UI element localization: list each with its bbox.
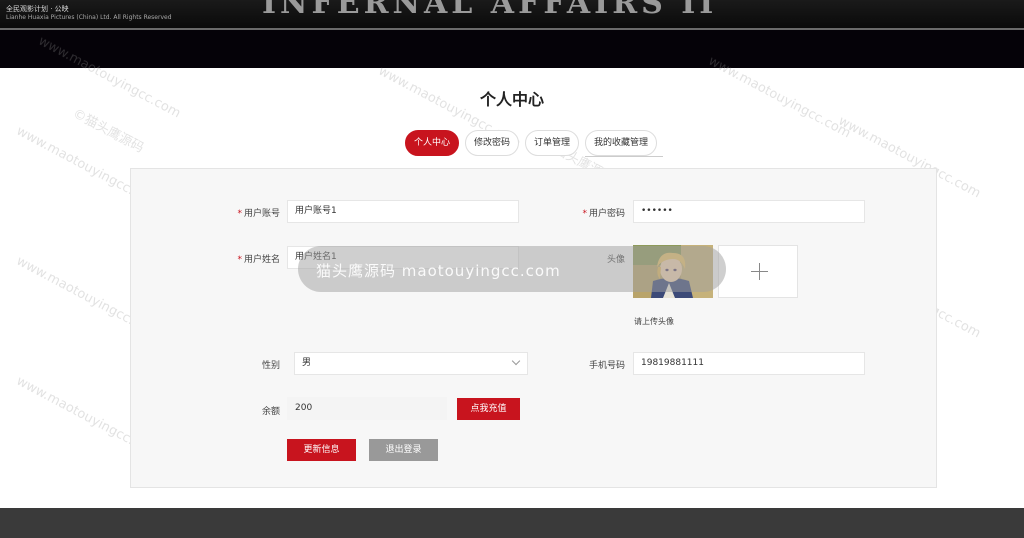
page-title: 个人中心 [479,90,544,109]
password-label: * 用户密码 [565,206,625,219]
balance-value: 200 [287,397,447,420]
account-input[interactable]: 用户账号1 [287,200,519,223]
top-banner: 全民观影计划 · 公映 Lianhe Huaxia Pictures (Chin… [0,0,1024,68]
account-label-text: 用户账号 [243,209,280,219]
phone-input[interactable]: 19819881111 [633,352,865,375]
banner-title: INFERNAL AFFAIRS II [262,0,718,21]
banner-copyright: Lianhe Huaxia Pictures (China) Ltd. All … [6,14,172,21]
tab-underline [585,156,663,157]
tab-orders[interactable]: 订单管理 [525,130,580,156]
watermark-text: ©猫头鹰源码 [70,106,147,157]
required-mark: * [582,209,587,219]
gender-select[interactable]: 男 [294,352,528,375]
banner-divider [0,28,1024,30]
banner-caption: 全民观影计划 · 公映 [6,5,69,13]
plus-icon-vertical [759,263,760,280]
avatar-upload-tip: 请上传头像 [634,317,674,326]
required-mark: * [237,209,242,219]
name-label-text: 用户姓名 [243,255,280,265]
name-label: * 用户姓名 [220,252,280,265]
profile-tabs: 个人中心 修改密码 订单管理 我的收藏管理 [405,130,658,156]
balance-label: 余额 [261,407,280,417]
page-footer [0,508,1024,538]
chevron-down-icon [511,356,521,366]
password-label-text: 用户密码 [588,209,625,219]
account-label: * 用户账号 [220,206,280,219]
phone-label: 手机号码 [588,361,625,371]
tab-favorites[interactable]: 我的收藏管理 [585,130,658,156]
gender-label: 性别 [261,361,280,371]
update-info-button[interactable]: 更新信息 [287,439,356,461]
recharge-button[interactable]: 点我充值 [457,398,520,420]
tab-change-password[interactable]: 修改密码 [465,130,520,156]
avatar-upload-button[interactable] [718,245,798,298]
password-input[interactable]: •••••• [633,200,865,223]
tab-profile[interactable]: 个人中心 [405,130,460,156]
logout-button[interactable]: 退出登录 [369,439,438,461]
required-mark: * [237,255,242,265]
gender-selected-value: 男 [302,358,312,368]
watermark-pill-text: 猫头鹰源码 maotouyingcc.com [316,262,561,280]
